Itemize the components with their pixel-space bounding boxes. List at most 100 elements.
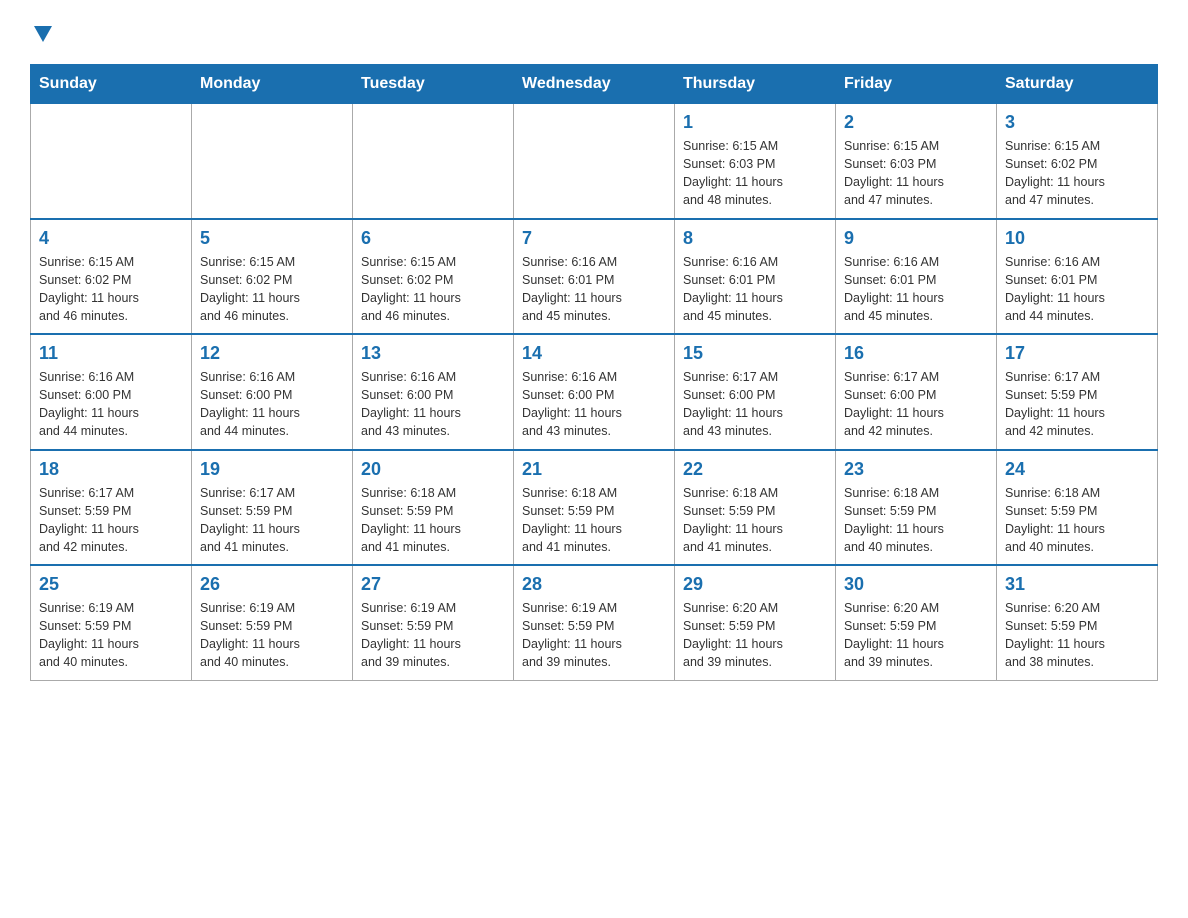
calendar-cell: 1 Sunrise: 6:15 AM Sunset: 6:03 PM Daylig… [675, 104, 836, 219]
calendar-header-row: SundayMondayTuesdayWednesdayThursdayFrid… [31, 65, 1158, 104]
day-number: 14 [522, 343, 666, 364]
day-number: 16 [844, 343, 988, 364]
day-number: 22 [683, 459, 827, 480]
calendar-week-row: 4 Sunrise: 6:15 AM Sunset: 6:02 PM Daylig… [31, 219, 1158, 335]
day-number: 21 [522, 459, 666, 480]
day-info: Sunrise: 6:15 AM Sunset: 6:02 PM Dayligh… [200, 253, 344, 326]
day-number: 26 [200, 574, 344, 595]
calendar-cell: 25 Sunrise: 6:19 AM Sunset: 5:59 PM Dayli… [31, 565, 192, 680]
day-number: 8 [683, 228, 827, 249]
calendar-cell: 18 Sunrise: 6:17 AM Sunset: 5:59 PM Dayli… [31, 450, 192, 566]
day-info: Sunrise: 6:17 AM Sunset: 5:59 PM Dayligh… [200, 484, 344, 557]
column-header-sunday: Sunday [31, 65, 192, 104]
day-number: 30 [844, 574, 988, 595]
day-info: Sunrise: 6:17 AM Sunset: 6:00 PM Dayligh… [683, 368, 827, 441]
day-info: Sunrise: 6:16 AM Sunset: 6:01 PM Dayligh… [1005, 253, 1149, 326]
logo-triangle-icon [32, 22, 54, 44]
day-number: 17 [1005, 343, 1149, 364]
day-info: Sunrise: 6:16 AM Sunset: 6:00 PM Dayligh… [200, 368, 344, 441]
day-number: 20 [361, 459, 505, 480]
calendar-week-row: 1 Sunrise: 6:15 AM Sunset: 6:03 PM Daylig… [31, 104, 1158, 219]
calendar-week-row: 25 Sunrise: 6:19 AM Sunset: 5:59 PM Dayli… [31, 565, 1158, 680]
day-info: Sunrise: 6:20 AM Sunset: 5:59 PM Dayligh… [683, 599, 827, 672]
day-number: 12 [200, 343, 344, 364]
calendar-cell: 11Sunrise: 6:16 AM Sunset: 6:00 PM Dayli… [31, 334, 192, 450]
calendar-cell: 6 Sunrise: 6:15 AM Sunset: 6:02 PM Daylig… [353, 219, 514, 335]
day-info: Sunrise: 6:16 AM Sunset: 6:01 PM Dayligh… [683, 253, 827, 326]
day-number: 27 [361, 574, 505, 595]
day-info: Sunrise: 6:15 AM Sunset: 6:02 PM Dayligh… [39, 253, 183, 326]
column-header-friday: Friday [836, 65, 997, 104]
day-info: Sunrise: 6:16 AM Sunset: 6:00 PM Dayligh… [39, 368, 183, 441]
day-info: Sunrise: 6:18 AM Sunset: 5:59 PM Dayligh… [844, 484, 988, 557]
calendar-cell: 8 Sunrise: 6:16 AM Sunset: 6:01 PM Daylig… [675, 219, 836, 335]
calendar-cell: 13Sunrise: 6:16 AM Sunset: 6:00 PM Dayli… [353, 334, 514, 450]
day-info: Sunrise: 6:15 AM Sunset: 6:03 PM Dayligh… [683, 137, 827, 210]
calendar-cell: 14 Sunrise: 6:16 AM Sunset: 6:00 PM Dayli… [514, 334, 675, 450]
day-number: 13 [361, 343, 505, 364]
calendar-cell: 10 Sunrise: 6:16 AM Sunset: 6:01 PM Dayli… [997, 219, 1158, 335]
day-number: 9 [844, 228, 988, 249]
calendar-cell [353, 104, 514, 219]
calendar-cell: 31Sunrise: 6:20 AM Sunset: 5:59 PM Dayli… [997, 565, 1158, 680]
day-number: 2 [844, 112, 988, 133]
day-number: 1 [683, 112, 827, 133]
day-number: 24 [1005, 459, 1149, 480]
calendar-cell: 17 Sunrise: 6:17 AM Sunset: 5:59 PM Dayli… [997, 334, 1158, 450]
calendar-cell: 5 Sunrise: 6:15 AM Sunset: 6:02 PM Daylig… [192, 219, 353, 335]
calendar-cell: 20Sunrise: 6:18 AM Sunset: 5:59 PM Dayli… [353, 450, 514, 566]
calendar-week-row: 11Sunrise: 6:16 AM Sunset: 6:00 PM Dayli… [31, 334, 1158, 450]
day-info: Sunrise: 6:20 AM Sunset: 5:59 PM Dayligh… [844, 599, 988, 672]
calendar-cell: 2Sunrise: 6:15 AM Sunset: 6:03 PM Daylig… [836, 104, 997, 219]
calendar-cell: 15 Sunrise: 6:17 AM Sunset: 6:00 PM Dayli… [675, 334, 836, 450]
day-info: Sunrise: 6:19 AM Sunset: 5:59 PM Dayligh… [39, 599, 183, 672]
calendar-cell [192, 104, 353, 219]
column-header-wednesday: Wednesday [514, 65, 675, 104]
day-number: 10 [1005, 228, 1149, 249]
logo [30, 20, 54, 44]
day-info: Sunrise: 6:16 AM Sunset: 6:00 PM Dayligh… [522, 368, 666, 441]
calendar-cell: 26 Sunrise: 6:19 AM Sunset: 5:59 PM Dayli… [192, 565, 353, 680]
day-number: 3 [1005, 112, 1149, 133]
day-number: 19 [200, 459, 344, 480]
day-number: 5 [200, 228, 344, 249]
calendar-cell: 16Sunrise: 6:17 AM Sunset: 6:00 PM Dayli… [836, 334, 997, 450]
calendar-cell: 27Sunrise: 6:19 AM Sunset: 5:59 PM Dayli… [353, 565, 514, 680]
calendar-cell: 12 Sunrise: 6:16 AM Sunset: 6:00 PM Dayli… [192, 334, 353, 450]
calendar-cell: 30 Sunrise: 6:20 AM Sunset: 5:59 PM Dayli… [836, 565, 997, 680]
day-number: 25 [39, 574, 183, 595]
day-info: Sunrise: 6:18 AM Sunset: 5:59 PM Dayligh… [522, 484, 666, 557]
day-info: Sunrise: 6:19 AM Sunset: 5:59 PM Dayligh… [200, 599, 344, 672]
day-info: Sunrise: 6:18 AM Sunset: 5:59 PM Dayligh… [683, 484, 827, 557]
calendar-cell: 3Sunrise: 6:15 AM Sunset: 6:02 PM Daylig… [997, 104, 1158, 219]
day-number: 18 [39, 459, 183, 480]
calendar-cell: 19 Sunrise: 6:17 AM Sunset: 5:59 PM Dayli… [192, 450, 353, 566]
day-number: 6 [361, 228, 505, 249]
day-info: Sunrise: 6:19 AM Sunset: 5:59 PM Dayligh… [522, 599, 666, 672]
calendar-cell [514, 104, 675, 219]
day-number: 15 [683, 343, 827, 364]
calendar-cell: 24 Sunrise: 6:18 AM Sunset: 5:59 PM Dayli… [997, 450, 1158, 566]
calendar-cell: 22 Sunrise: 6:18 AM Sunset: 5:59 PM Dayli… [675, 450, 836, 566]
calendar-cell: 9 Sunrise: 6:16 AM Sunset: 6:01 PM Daylig… [836, 219, 997, 335]
day-info: Sunrise: 6:15 AM Sunset: 6:02 PM Dayligh… [361, 253, 505, 326]
day-number: 31 [1005, 574, 1149, 595]
calendar-cell: 21 Sunrise: 6:18 AM Sunset: 5:59 PM Dayli… [514, 450, 675, 566]
calendar-cell: 23Sunrise: 6:18 AM Sunset: 5:59 PM Dayli… [836, 450, 997, 566]
day-number: 29 [683, 574, 827, 595]
column-header-thursday: Thursday [675, 65, 836, 104]
column-header-monday: Monday [192, 65, 353, 104]
calendar-table: SundayMondayTuesdayWednesdayThursdayFrid… [30, 64, 1158, 681]
day-number: 4 [39, 228, 183, 249]
calendar-week-row: 18 Sunrise: 6:17 AM Sunset: 5:59 PM Dayli… [31, 450, 1158, 566]
page-header [30, 20, 1158, 44]
day-info: Sunrise: 6:16 AM Sunset: 6:01 PM Dayligh… [844, 253, 988, 326]
day-info: Sunrise: 6:18 AM Sunset: 5:59 PM Dayligh… [1005, 484, 1149, 557]
day-info: Sunrise: 6:16 AM Sunset: 6:01 PM Dayligh… [522, 253, 666, 326]
day-number: 7 [522, 228, 666, 249]
day-number: 28 [522, 574, 666, 595]
day-info: Sunrise: 6:17 AM Sunset: 5:59 PM Dayligh… [1005, 368, 1149, 441]
calendar-cell: 4 Sunrise: 6:15 AM Sunset: 6:02 PM Daylig… [31, 219, 192, 335]
calendar-cell: 28 Sunrise: 6:19 AM Sunset: 5:59 PM Dayli… [514, 565, 675, 680]
day-info: Sunrise: 6:17 AM Sunset: 5:59 PM Dayligh… [39, 484, 183, 557]
